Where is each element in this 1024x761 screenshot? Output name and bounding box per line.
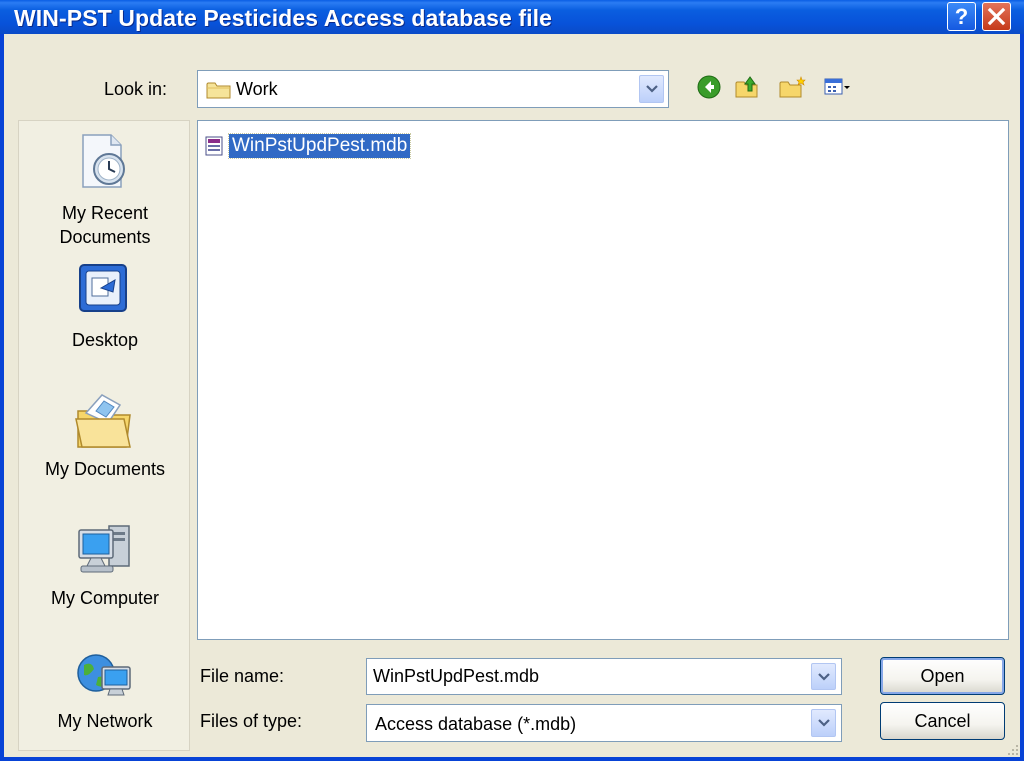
file-type-dropdown-button[interactable] [811, 709, 836, 737]
views-menu-icon [824, 78, 850, 95]
chevron-down-icon [818, 719, 830, 727]
file-name-field[interactable]: WinPstUpdPest.mdb [366, 658, 842, 695]
open-button[interactable]: Open [880, 657, 1005, 695]
up-folder-icon [735, 76, 758, 98]
file-type-dropdown[interactable]: Access database (*.mdb) [366, 704, 842, 742]
close-icon [987, 7, 1006, 26]
my-computer-icon [78, 525, 130, 573]
my-documents-icon [75, 394, 131, 448]
file-name-dropdown-button[interactable] [811, 663, 836, 690]
chevron-down-icon [818, 672, 830, 681]
file-type-value: Access database (*.mdb) [375, 714, 577, 734]
file-list[interactable]: WinPstUpdPest.mdb [197, 120, 1009, 640]
places-item-desktop[interactable]: Desktop [19, 256, 191, 361]
places-item-my-network[interactable]: My Network [19, 641, 191, 751]
new-folder-icon [779, 76, 806, 98]
places-item-my-documents[interactable]: My Documents [19, 383, 191, 493]
file-name-field-label: File name: [200, 666, 285, 686]
chevron-down-icon [646, 85, 658, 93]
desktop-icon [79, 264, 127, 312]
new-folder-button[interactable] [779, 75, 807, 104]
resize-grip-icon[interactable] [1006, 743, 1020, 757]
title-bar[interactable]: WIN-PST Update Pesticides Access databas… [0, 0, 1024, 34]
places-label: Desktop [71, 330, 139, 350]
look-in-label: Look in: [104, 79, 168, 99]
window-title: WIN-PST Update Pesticides Access databas… [14, 5, 553, 31]
places-item-my-recent-documents[interactable]: My Recent Documents [19, 121, 191, 247]
look-in-dropdown-button[interactable] [639, 75, 664, 103]
close-button[interactable] [982, 2, 1011, 31]
places-label: My Recent [61, 203, 149, 223]
access-database-icon [205, 136, 223, 156]
up-folder-button[interactable] [735, 75, 761, 104]
file-name-value[interactable]: WinPstUpdPest.mdb [373, 666, 539, 687]
places-label: Documents [59, 227, 151, 247]
file-name-label: WinPstUpdPest.mdb [227, 133, 412, 159]
my-network-icon [77, 654, 131, 696]
places-label: My Documents [44, 459, 166, 479]
places-label: My Network [57, 711, 153, 731]
back-button[interactable] [697, 75, 721, 104]
help-button[interactable]: ? [947, 2, 976, 31]
places-bar: My Recent Documents Desktop My Documents [18, 120, 190, 751]
look-in-dropdown[interactable]: Work [197, 70, 669, 108]
recent-documents-icon [82, 134, 125, 188]
cancel-button[interactable]: Cancel [880, 702, 1005, 740]
look-in-value: Work [236, 79, 278, 99]
places-label: My Computer [50, 588, 160, 608]
folder-icon [206, 82, 231, 99]
places-item-my-computer[interactable]: My Computer [19, 516, 191, 626]
file-type-field-label: Files of type: [200, 711, 303, 731]
back-icon [697, 75, 721, 99]
help-icon: ? [954, 4, 969, 29]
views-menu-button[interactable] [823, 75, 851, 104]
